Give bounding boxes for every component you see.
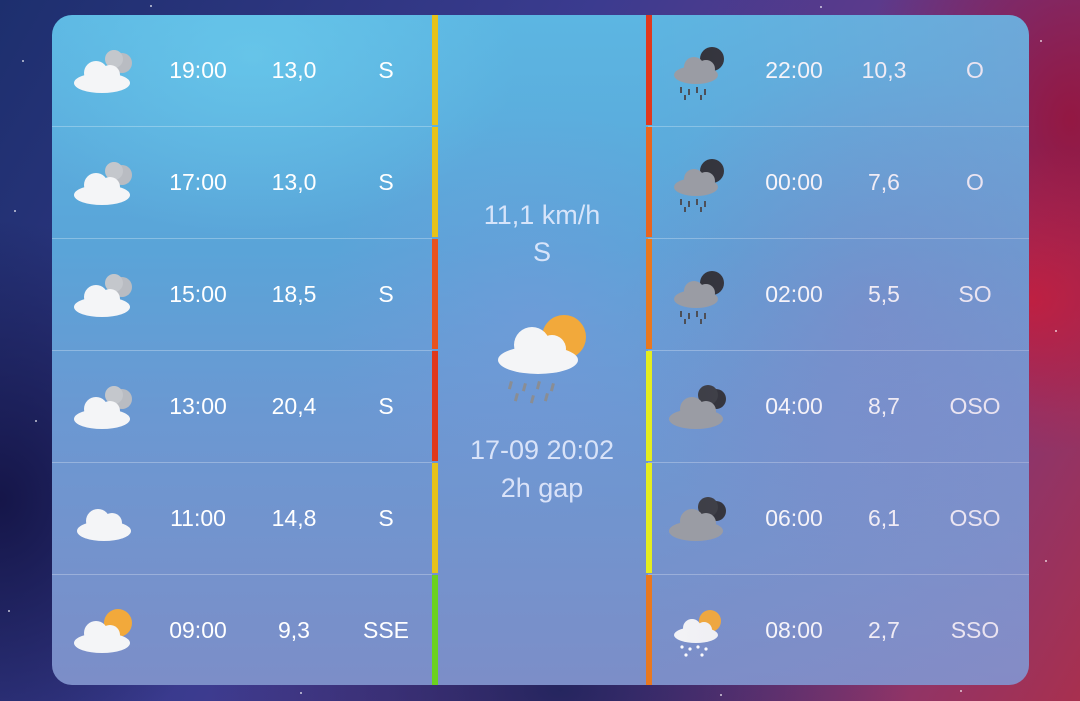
forecast-temp: 7,6 [868, 169, 900, 195]
forecast-time: 02:00 [765, 281, 823, 307]
forecast-temp: 20,4 [271, 393, 317, 419]
forecast-time: 15:00 [169, 281, 227, 307]
forecast-time: 22:00 [765, 57, 823, 83]
forecast-time: 08:00 [765, 617, 823, 643]
forecast-row[interactable]: 19:00 13,0 S [52, 15, 432, 127]
forecast-time: 17:00 [169, 169, 227, 195]
forecast-wind-dir: S [378, 169, 394, 195]
forecast-temp: 10,3 [861, 57, 907, 83]
forecast-wind-dir: SO [958, 281, 992, 307]
forecast-wind-dir: O [966, 57, 984, 83]
cloud-icon [77, 509, 131, 541]
forecast-time: 19:00 [169, 57, 227, 83]
forecast-row[interactable]: 08:00 2,7 SSO [648, 575, 1029, 685]
forecast-time: 00:00 [765, 169, 823, 195]
forecast-wind-dir: SSE [362, 617, 410, 643]
forecast-temp: 14,8 [271, 505, 317, 531]
forecast-row[interactable]: 17:00 13,0 S [52, 127, 432, 239]
update-timestamp: 17-09 20:02 [469, 435, 615, 465]
forecast-temp: 8,7 [868, 393, 900, 419]
forecast-wind-dir: S [378, 393, 394, 419]
update-gap: 2h gap [500, 473, 584, 503]
forecast-temp: 13,0 [271, 57, 317, 83]
cloudy-icon [74, 50, 132, 93]
cloudy-icon [74, 162, 132, 205]
forecast-row[interactable]: 00:00 7,6 O [648, 127, 1029, 239]
current-conditions[interactable]: 11,1 km/h S 17-09 20:02 2h gap [438, 15, 646, 685]
forecast-temp: 2,7 [868, 617, 900, 643]
night-cloudy-icon [669, 497, 726, 541]
forecast-temp: 13,0 [271, 169, 317, 195]
rain-sun-icon [498, 315, 586, 404]
current-wind-speed: 11,1 km/h [483, 200, 601, 230]
night-rain-icon [674, 159, 724, 212]
forecast-time: 09:00 [169, 617, 227, 643]
forecast-time: 04:00 [765, 393, 823, 419]
forecast-wind-dir: OSO [949, 505, 1001, 531]
current-wind-dir: S [532, 237, 551, 267]
forecast-wind-dir: S [378, 281, 394, 307]
forecast-wind-dir: O [966, 169, 984, 195]
forecast-temp: 5,5 [868, 281, 900, 307]
forecast-wind-dir: OSO [949, 393, 1001, 419]
forecast-time: 06:00 [765, 505, 823, 531]
forecast-wind-dir: SSO [950, 617, 1000, 643]
weather-forecast-widget[interactable]: 19:00 13,0 S 17:00 13,0 S 15:00 18,5 S 1… [52, 15, 1029, 685]
forecast-temp: 9,3 [278, 617, 310, 643]
forecast-row[interactable]: 09:00 9,3 SSE [52, 575, 432, 685]
forecast-row[interactable]: 04:00 8,7 OSO [648, 351, 1029, 463]
cloudy-icon [74, 386, 132, 429]
forecast-row[interactable]: 15:00 18,5 S [52, 239, 432, 351]
forecast-time: 11:00 [170, 505, 226, 531]
forecast-wind-dir: S [378, 57, 394, 83]
sunny-snow-icon [674, 610, 721, 657]
forecast-temp: 18,5 [271, 281, 317, 307]
forecast-wind-dir: S [378, 505, 394, 531]
night-cloudy-icon [669, 385, 726, 429]
forecast-row[interactable]: 06:00 6,1 OSO [648, 463, 1029, 575]
forecast-row[interactable]: 11:00 14,8 S [52, 463, 432, 575]
forecast-temp: 6,1 [868, 505, 900, 531]
night-rain-icon [674, 47, 724, 100]
forecast-time: 13:00 [169, 393, 227, 419]
night-rain-icon [674, 271, 724, 324]
forecast-row[interactable]: 13:00 20,4 S [52, 351, 432, 463]
partly-sunny-icon [74, 609, 132, 653]
forecast-row[interactable]: 22:00 10,3 O [648, 15, 1029, 127]
forecast-row[interactable]: 02:00 5,5 SO [648, 239, 1029, 351]
cloudy-icon [74, 274, 132, 317]
